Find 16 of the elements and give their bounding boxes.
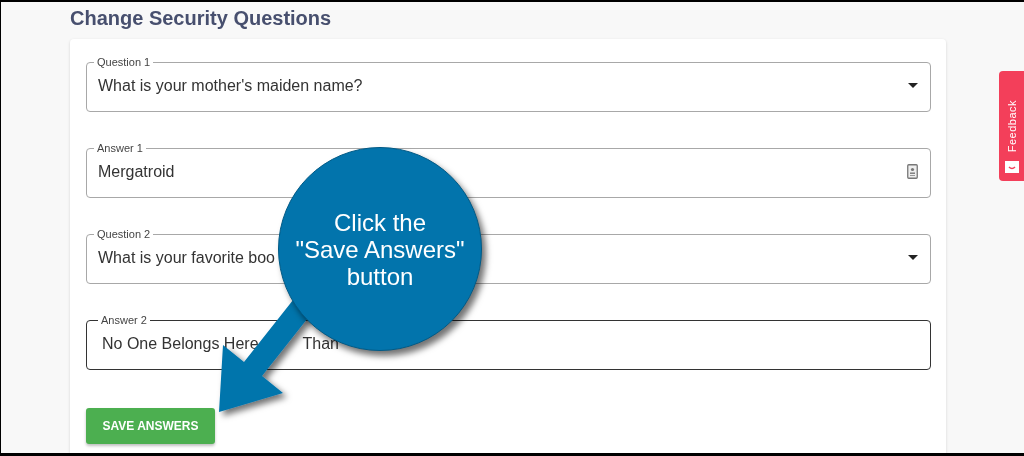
page-title: Change Security Questions <box>70 6 333 31</box>
field-value: What is your mother's maiden name? <box>98 76 363 95</box>
dropdown-caret-icon[interactable] <box>908 255 918 260</box>
id-card-icon[interactable] <box>907 164 918 179</box>
field-value: No One Belongs Here <box>102 334 259 353</box>
field-label: Question 1 <box>96 56 152 68</box>
feedback-tab[interactable]: Feedback <box>999 71 1024 181</box>
field-label: Answer 2 <box>100 314 148 326</box>
chat-icon <box>1004 160 1019 173</box>
input-field[interactable]: Question 1 What is your mother's maiden name? <box>86 56 931 112</box>
field-value: Mergatroid <box>98 162 175 181</box>
field-value: What is your favorite boo <box>98 248 275 267</box>
field-label: Question 2 <box>96 228 152 240</box>
dropdown-caret-icon[interactable] <box>908 83 918 88</box>
field-label: Answer 1 <box>96 142 144 154</box>
field-value: Than <box>302 334 339 353</box>
